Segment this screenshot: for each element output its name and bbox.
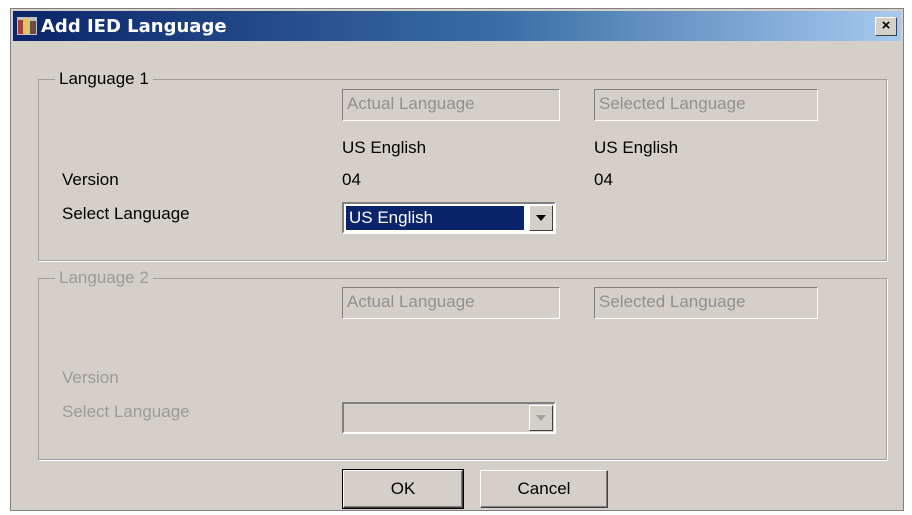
language-1-select-value: US English — [346, 206, 524, 230]
actual-version-1: 04 — [342, 170, 361, 189]
dropdown-button-2[interactable] — [529, 405, 553, 431]
version-label-1: Version — [62, 170, 119, 189]
select-language-label-2: Select Language — [62, 402, 190, 421]
ok-button[interactable]: OK — [342, 469, 464, 509]
add-ied-language-dialog: Add IED Language × Language 1 Actual Lan… — [10, 8, 904, 511]
actual-language-value-1: US English — [342, 138, 427, 157]
version-label-2: Version — [62, 368, 119, 387]
language-1-title: Language 1 — [55, 69, 153, 89]
app-icon — [17, 17, 37, 35]
actual-language-field-1: Actual Language — [342, 89, 560, 121]
title-bar[interactable]: Add IED Language × — [13, 11, 901, 41]
selected-language-field-1: Selected Language — [594, 89, 818, 121]
language-1-select[interactable]: US English — [342, 202, 556, 234]
select-language-label-1: Select Language — [62, 204, 190, 223]
language-2-title: Language 2 — [55, 268, 153, 288]
window-title: Add IED Language — [41, 16, 227, 37]
actual-language-field-2: Actual Language — [342, 287, 560, 319]
selected-version-1: 04 — [594, 170, 613, 189]
close-button[interactable]: × — [875, 17, 897, 36]
selected-language-value-1: US English — [594, 138, 679, 157]
dropdown-button-1[interactable] — [529, 205, 553, 231]
selected-language-field-2: Selected Language — [594, 287, 818, 319]
chevron-down-icon — [536, 415, 546, 421]
cancel-button[interactable]: Cancel — [480, 470, 608, 508]
close-icon: × — [881, 17, 891, 34]
chevron-down-icon — [536, 215, 546, 221]
language-2-select[interactable] — [342, 402, 556, 434]
